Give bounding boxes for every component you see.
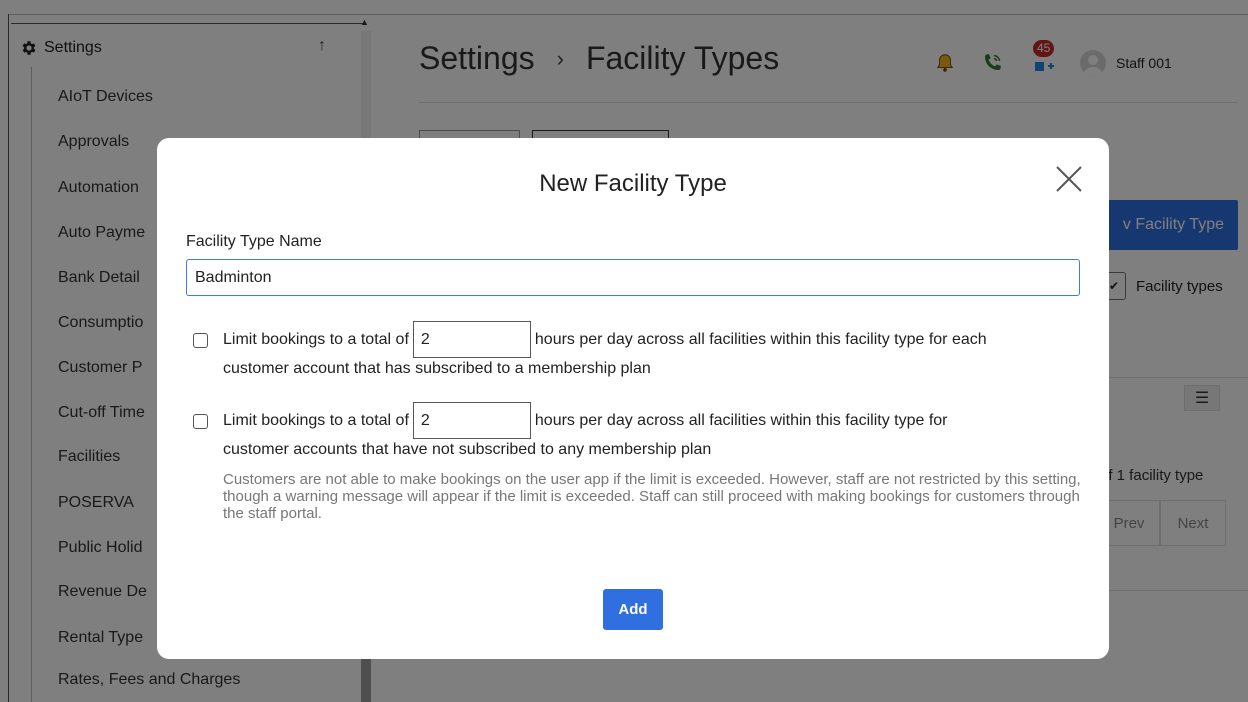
facility-type-name-input[interactable] <box>186 259 1080 296</box>
dialog-title: New Facility Type <box>539 170 727 197</box>
add-button[interactable]: Add <box>603 589 663 630</box>
non-member-limit-option: Limit bookings to a total of hours per d… <box>193 402 1073 462</box>
member-limit-line2: customer account that has subscribed to … <box>223 360 651 377</box>
non-member-limit-prefix: Limit bookings to a total of <box>223 411 409 429</box>
new-facility-type-dialog: New Facility Type Facility Type Name Lim… <box>157 138 1109 659</box>
non-member-hours-input[interactable] <box>412 402 531 439</box>
non-member-limit-suffix: hours per day across all facilities with… <box>534 411 948 429</box>
member-limit-option: Limit bookings to a total of hours per d… <box>193 321 1073 381</box>
close-icon[interactable] <box>1052 162 1086 196</box>
member-limit-checkbox[interactable] <box>193 333 208 348</box>
facility-type-name-label: Facility Type Name <box>186 233 322 250</box>
member-hours-input[interactable] <box>412 321 531 358</box>
non-member-limit-checkbox[interactable] <box>193 414 208 429</box>
non-member-limit-line2: customer accounts that have not subscrib… <box>223 441 712 458</box>
member-limit-line: Limit bookings to a total of hours per d… <box>223 321 987 358</box>
member-limit-suffix: hours per day across all facilities with… <box>534 330 987 348</box>
member-limit-prefix: Limit bookings to a total of <box>223 330 409 348</box>
non-member-limit-line: Limit bookings to a total of hours per d… <box>223 402 948 439</box>
limit-help-text: Customers are not able to make bookings … <box>223 471 1081 522</box>
